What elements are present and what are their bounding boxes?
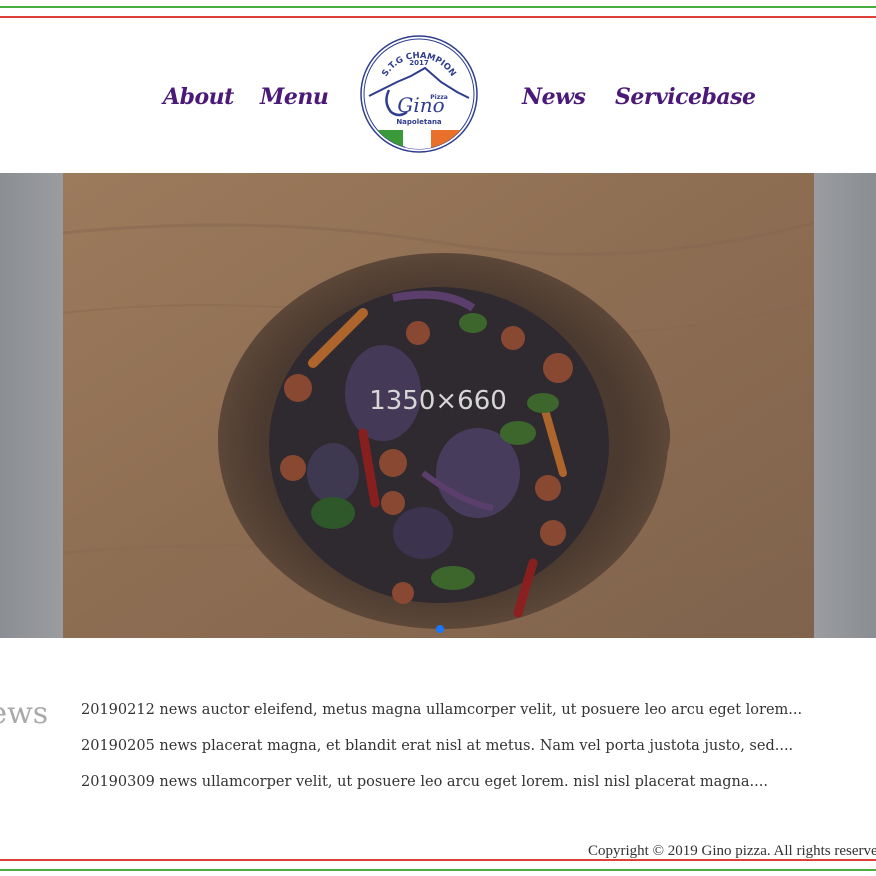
hero-side-left: [0, 173, 63, 638]
news-heading: news: [0, 696, 49, 731]
nav-menu-link[interactable]: Menu: [260, 84, 329, 110]
news-item-1[interactable]: 20190212 news auctor eleifend, metus mag…: [81, 700, 802, 736]
logo-year: 2017: [409, 59, 429, 67]
logo-small-word: Pizza: [430, 94, 448, 101]
nav-news-link[interactable]: News: [522, 84, 586, 110]
hero-salad-image: [63, 173, 814, 638]
hero-side-right: [814, 173, 876, 638]
logo-badge-icon: S.T.G CHAMPION 2017 Gino Pizza Napoletan…: [360, 35, 478, 153]
page: About Menu S.T.G CHAMPION 2017 Gino Pizz…: [0, 0, 876, 876]
nav-servicebase-link[interactable]: Servicebase: [615, 84, 756, 110]
top-red-stripe: [0, 16, 876, 18]
news-item-2[interactable]: 20190205 news placerat magna, et blandit…: [81, 736, 802, 772]
copyright-text: Copyright © 2019 Gino pizza. All rights …: [588, 843, 876, 859]
top-green-stripe: [0, 6, 876, 8]
hero-carousel[interactable]: 1350×660: [0, 173, 876, 638]
carousel-dot-active[interactable]: [436, 625, 444, 633]
logo[interactable]: S.T.G CHAMPION 2017 Gino Pizza Napoletan…: [359, 34, 479, 154]
nav-about-link[interactable]: About: [163, 84, 234, 110]
news-list: 20190212 news auctor eleifend, metus mag…: [81, 700, 802, 808]
bottom-green-stripe: [0, 869, 876, 871]
bottom-red-stripe: [0, 859, 876, 861]
news-item-3[interactable]: 20190309 news ullamcorper velit, ut posu…: [81, 772, 802, 808]
logo-bottom-text: Napoletana: [396, 118, 442, 126]
